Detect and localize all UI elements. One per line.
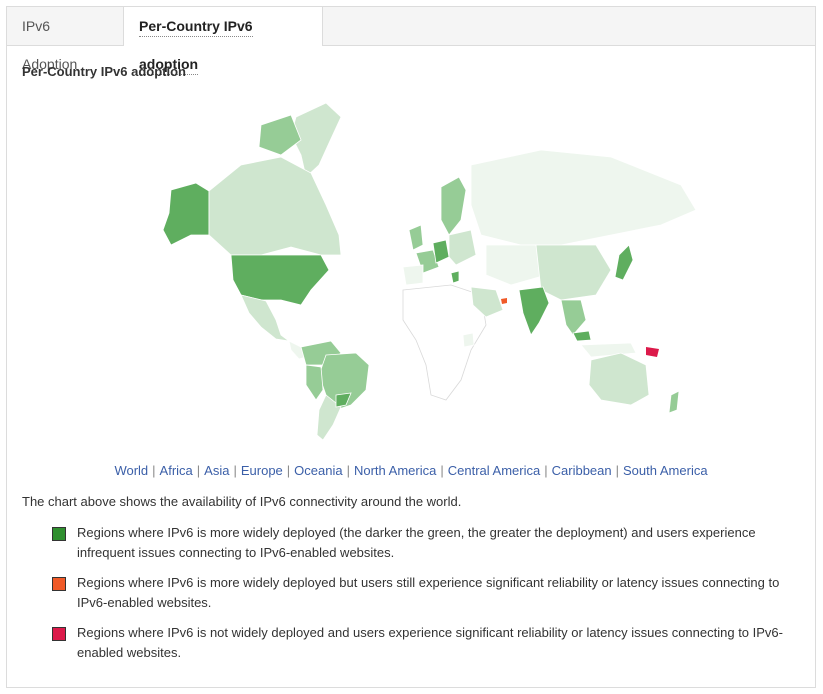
tab-per-country-ipv6-adoption[interactable]: Per-Country IPv6 adoption bbox=[123, 7, 323, 75]
country-russia bbox=[470, 149, 697, 246]
section-title: Per-Country IPv6 adoption bbox=[22, 64, 186, 79]
legend-swatch-green bbox=[52, 527, 66, 541]
legend-text-green: Regions where IPv6 is more widely deploy… bbox=[77, 525, 756, 560]
link-north-america[interactable]: North America bbox=[354, 463, 436, 478]
legend-swatch-orange bbox=[52, 577, 66, 591]
link-south-america[interactable]: South America bbox=[623, 463, 708, 478]
country-papua bbox=[646, 347, 659, 357]
legend-item-green: Regions where IPv6 is more widely deploy… bbox=[52, 523, 797, 565]
legend-text-orange: Regions where IPv6 is more widely deploy… bbox=[77, 575, 780, 610]
country-indonesia bbox=[580, 342, 637, 358]
country-uae bbox=[501, 298, 507, 304]
link-asia[interactable]: Asia bbox=[204, 463, 229, 478]
country-malaysia bbox=[572, 330, 592, 342]
country-canada bbox=[208, 156, 342, 256]
country-uk bbox=[408, 224, 424, 251]
legend-swatch-red bbox=[52, 627, 66, 641]
link-africa[interactable]: Africa bbox=[160, 463, 193, 478]
country-eastern-europe bbox=[448, 229, 477, 266]
chart-description: The chart above shows the availability o… bbox=[22, 494, 462, 509]
country-australia bbox=[588, 352, 650, 406]
country-new-zealand bbox=[668, 390, 680, 414]
country-japan bbox=[614, 244, 634, 281]
link-oceania[interactable]: Oceania bbox=[294, 463, 342, 478]
country-germany bbox=[432, 239, 450, 264]
link-europe[interactable]: Europe bbox=[241, 463, 283, 478]
country-china bbox=[535, 244, 612, 301]
world-map[interactable] bbox=[141, 95, 701, 445]
legend-item-orange: Regions where IPv6 is more widely deploy… bbox=[52, 573, 797, 615]
country-alaska bbox=[162, 182, 210, 246]
region-links: World | Africa | Asia | Europe | Oceania | North A… bbox=[114, 463, 708, 478]
legend-item-red: Regions where IPv6 is not widely deploye… bbox=[52, 623, 797, 665]
tab-ipv6-adoption[interactable]: IPv6 Adoption bbox=[7, 7, 123, 72]
country-mexico bbox=[240, 294, 290, 342]
link-central-america[interactable]: Central America bbox=[448, 463, 540, 478]
country-iberia bbox=[402, 264, 424, 286]
tab-bar: IPv6 Adoption Per-Country IPv6 adoption bbox=[7, 7, 815, 75]
country-scandinavia bbox=[440, 176, 467, 236]
link-world[interactable]: World bbox=[114, 463, 148, 478]
link-caribbean[interactable]: Caribbean bbox=[552, 463, 612, 478]
country-india bbox=[518, 286, 550, 336]
country-southeast-asia bbox=[560, 299, 587, 336]
legend-text-red: Regions where IPv6 is not widely deploye… bbox=[77, 625, 783, 660]
ipv6-panel: IPv6 Adoption Per-Country IPv6 adoption … bbox=[6, 6, 816, 688]
country-greece bbox=[450, 270, 460, 284]
country-kenya bbox=[462, 332, 475, 348]
country-peru bbox=[305, 364, 324, 401]
